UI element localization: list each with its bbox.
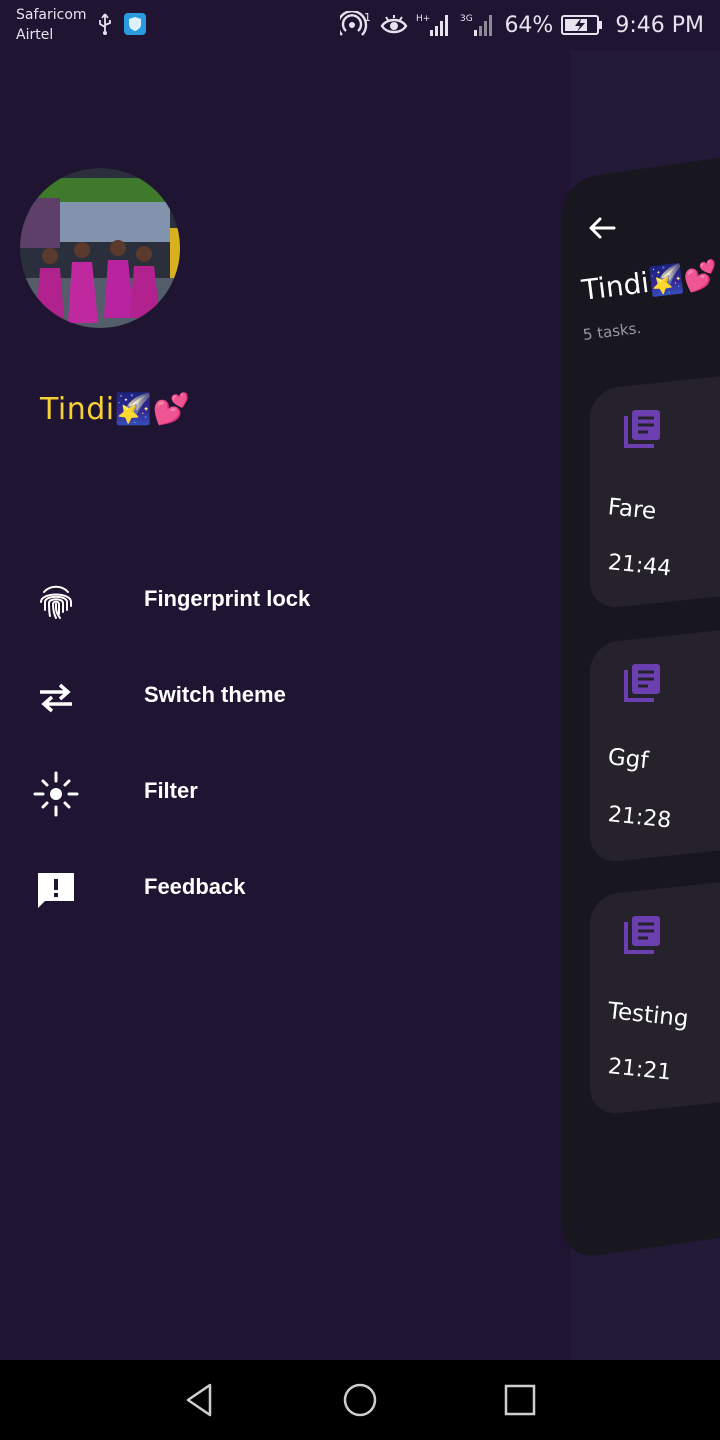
battery-charging-icon [561,15,603,35]
navigation-bar [0,1360,720,1440]
brightness-icon [32,770,80,818]
menu-label: Fingerprint lock [144,586,311,611]
back-arrow-icon[interactable] [586,212,618,244]
hotspot-badge: 1 [364,11,371,24]
hotspot-icon: 1 [340,11,371,36]
eye-icon [381,15,408,34]
avatar[interactable] [20,168,180,328]
swap-arrows-icon [32,674,80,722]
menu-label: Switch theme [144,682,286,707]
carrier-2: Airtel [16,27,54,43]
task-title: Fare [606,494,658,525]
usb-icon [99,13,111,35]
notes-icon [624,916,660,954]
carrier-labels: Safaricom Airtel [16,5,87,45]
menu-item-switch-theme[interactable]: Switch theme [0,650,560,746]
notes-icon [624,664,660,702]
drawer-username: Tindi🌠💕 [40,392,191,427]
task-title: Ggf [606,744,650,775]
status-indicators: 1 H+ 3G 64% 9:46 PM [340,8,704,42]
signal-icon-1: H+ [416,14,449,36]
menu-label: Filter [144,778,198,803]
signal-icon-2: 3G [460,14,493,36]
recents-square-icon[interactable] [500,1380,540,1420]
feedback-icon [32,866,80,914]
menu-item-filter[interactable]: Filter [0,746,560,842]
fingerprint-icon [32,578,80,626]
network-type-1: H+ [416,14,430,24]
home-circle-icon[interactable] [340,1380,380,1420]
battery-percent: 64% [504,12,554,38]
clock: 9:46 PM [615,12,704,38]
menu-item-feedback[interactable]: Feedback [0,842,560,938]
status-bar: Safaricom Airtel 1 H+ 3G 64% 9:46 PM [0,0,720,50]
notes-icon [624,410,660,448]
menu-label: Feedback [144,874,246,899]
network-type-2: 3G [460,14,473,24]
back-triangle-icon[interactable] [180,1380,220,1420]
carrier-1: Safaricom [16,7,87,23]
menu-item-fingerprint-lock[interactable]: Fingerprint lock [0,554,560,650]
shield-icon [124,13,146,35]
drawer-menu: Fingerprint lock Switch theme Filter Fee… [0,554,560,938]
avatar-photo [20,168,180,328]
